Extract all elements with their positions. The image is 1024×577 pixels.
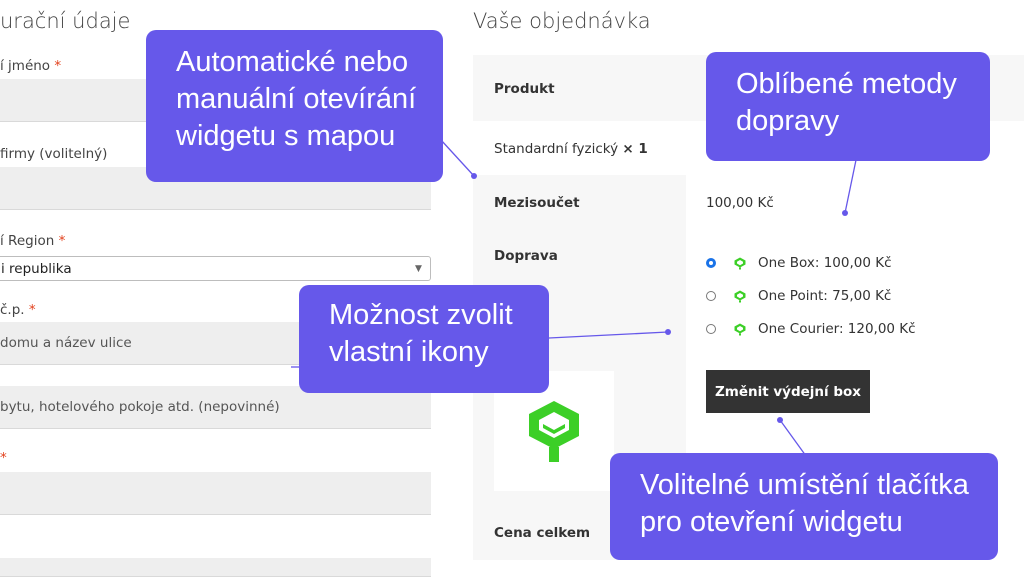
callout-favorite-methods: Oblíbené metody dopravy [706, 52, 990, 161]
connector-button-placement [779, 419, 807, 457]
callout-button-placement: Volitelné umístění tlačítka pro otevření… [610, 453, 998, 560]
connector-dot-favorite-methods [842, 210, 848, 216]
connector-dot-widget-open [471, 173, 477, 179]
connector-favorite-methods [844, 159, 857, 214]
connector-custom-icons [548, 331, 669, 339]
connector-widget-open [440, 139, 475, 177]
callout-widget-open: Automatické nebo manuální otevírání widg… [146, 30, 443, 182]
callout-custom-icons: Možnost zvolit vlastní ikony [299, 285, 549, 393]
connector-dot-custom-icons [665, 329, 671, 335]
connector-dot-button-placement [777, 417, 783, 423]
